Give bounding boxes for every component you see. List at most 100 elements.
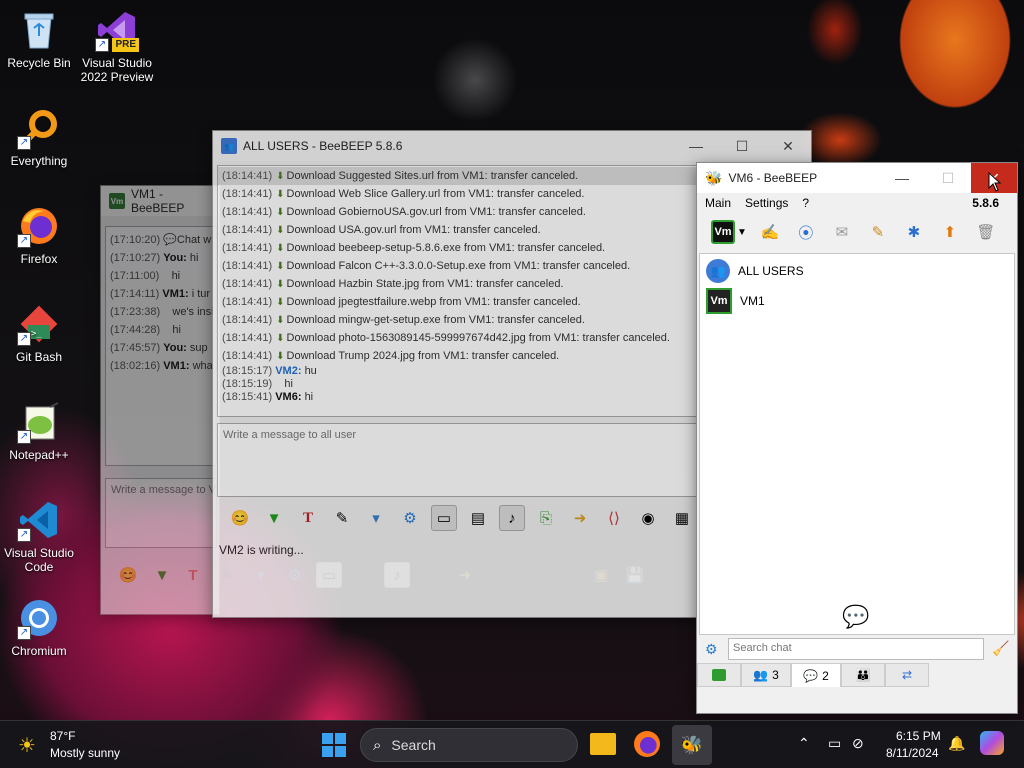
taskbar-search-box[interactable]: ⌕ Search	[360, 728, 578, 762]
transfer-log-line: (18:14:41) ⬇ Download Falcon C++-3.3.0.0-S…	[218, 257, 696, 275]
text-format-icon[interactable]: T	[295, 505, 321, 531]
transfer-text: Download Trump 2024.jpg from VM1: transf…	[286, 350, 560, 362]
vm-status-avatar-icon[interactable]: Vm	[711, 220, 735, 244]
file-send-icon[interactable]: ⎘	[533, 505, 559, 531]
shortcut-arrow-icon: ↗	[17, 626, 31, 640]
download-icon: ⬇	[276, 207, 285, 218]
mailbox-icon[interactable]: ✉	[829, 219, 855, 245]
print-icon[interactable]: ▭	[431, 505, 457, 531]
menu-main[interactable]: Main	[705, 196, 731, 210]
broadcast-icon[interactable]: ⦿	[793, 219, 819, 245]
tab-users[interactable]: 👥 3	[741, 663, 791, 687]
color-picker-icon[interactable]: ✎	[329, 505, 355, 531]
chevron-up-icon[interactable]: ⌃	[798, 735, 810, 752]
desktop-icon-notepad-plus-plus[interactable]: ↗ Notepad++	[0, 400, 78, 462]
desktop-icon-recycle-bin[interactable]: Recycle Bin	[0, 8, 78, 70]
desktop-icon-everything[interactable]: ↗ Everything	[0, 106, 78, 168]
chevron-down-icon[interactable]: ▼	[261, 505, 287, 531]
status-dropdown-icon[interactable]: ▼	[737, 227, 747, 238]
transfer-log-line: (18:14:41) ⬇ Download Suggested Sites.url …	[218, 167, 696, 185]
clock-time[interactable]: 6:15 PM	[896, 729, 941, 743]
network-icon[interactable]: ⊘	[852, 735, 864, 752]
tab-chat[interactable]	[697, 663, 741, 687]
weather-icon[interactable]: ☀	[18, 733, 36, 758]
text-format-icon[interactable]: T	[180, 562, 206, 588]
desktop-icon-vscode[interactable]: ↗ Visual Studio Code	[0, 498, 78, 574]
vm6-titlebar[interactable]: 🐝 VM6 - BeeBEEP — ☐ ✕	[697, 163, 1017, 193]
emoji-icon[interactable]: 😊	[227, 505, 253, 531]
chat-line: (17:45:57) You: sup	[106, 339, 216, 357]
desktop-icon-firefox[interactable]: ↗ Firefox	[0, 204, 78, 266]
all-users-message-input[interactable]: Write a message to all user	[217, 423, 697, 497]
beebeep-taskbar-icon[interactable]: 🐝	[672, 725, 712, 765]
folder-send-icon[interactable]: ➜	[567, 505, 593, 531]
shortcut-arrow-icon: ↗	[17, 332, 31, 346]
chat-line: (17:10:20) 💬Chat w	[106, 231, 216, 249]
user-list-item[interactable]: 👥 ALL USERS	[700, 256, 1014, 286]
desktop-icon-git-bash[interactable]: >_ ↗ Git Bash	[0, 302, 78, 364]
desktop-icon-visual-studio-preview[interactable]: PRE ↗ Visual Studio 2022 Preview	[78, 8, 156, 84]
file-explorer-icon[interactable]	[590, 733, 616, 755]
vm1-chat-window[interactable]: Vm VM1 - BeeBEEP (17:10:20) 💬Chat w (17:…	[100, 185, 220, 615]
display-icon[interactable]: ▭	[828, 735, 841, 752]
search-chat-input[interactable]: Search chat	[728, 638, 984, 660]
message-text: we's insi	[172, 306, 214, 318]
message-text: hi	[172, 324, 181, 336]
tab-groups[interactable]: 👪	[841, 663, 885, 687]
copilot-icon[interactable]	[980, 731, 1004, 755]
message-text: hi	[284, 378, 293, 390]
music-note-icon[interactable]: ♪	[499, 505, 525, 531]
close-button[interactable]: ✕	[765, 131, 811, 161]
weather-temp[interactable]: 87°F	[50, 729, 75, 743]
menu-settings[interactable]: Settings	[745, 196, 788, 210]
notification-bell-icon[interactable]: 🔔	[948, 735, 965, 752]
transfer-text: Download jpegtestfailure.webp from VM1: …	[286, 296, 581, 308]
all-users-titlebar[interactable]: 👥 ALL USERS - BeeBEEP 5.8.6 — ☐ ✕	[213, 131, 811, 161]
timestamp: (17:44:28)	[110, 324, 161, 336]
emoji-icon[interactable]: 😊	[115, 562, 141, 588]
screenshot-icon[interactable]: ▦	[669, 505, 695, 531]
minimize-button[interactable]: —	[673, 131, 719, 161]
vm1-titlebar[interactable]: Vm VM1 - BeeBEEP	[101, 186, 219, 216]
chevron-down-icon[interactable]: ▼	[149, 562, 175, 588]
profile-edit-icon[interactable]: ✍	[757, 219, 783, 245]
tab-chats[interactable]: 💬 2	[791, 663, 841, 687]
shortcut-arrow-icon: ↗	[17, 430, 31, 444]
vscode-icon: ↗	[17, 498, 61, 542]
write-message-icon[interactable]: ✎	[865, 219, 891, 245]
tab-share[interactable]: ⇄	[885, 663, 929, 687]
menu-help[interactable]: ?	[802, 196, 809, 210]
trash-icon[interactable]: 🗑	[973, 219, 999, 245]
gear-icon[interactable]: ⚙	[397, 505, 423, 531]
code-icon[interactable]: ⟨⟩	[601, 505, 627, 531]
vm6-main-window[interactable]: 🐝 VM6 - BeeBEEP — ☐ ✕ Main Settings ? 5.…	[696, 162, 1018, 714]
desktop-icon-chromium[interactable]: ↗ Chromium	[0, 596, 78, 658]
desktop-icon-label: Chromium	[11, 644, 67, 658]
gear-icon[interactable]: ⚙	[705, 641, 718, 658]
window-title: VM6 - BeeBEEP	[728, 171, 818, 185]
user-list: 👥 ALL USERS Vm VM1 💬	[699, 253, 1015, 635]
message-text: hi	[171, 270, 181, 282]
network-search-icon[interactable]: ✱	[901, 219, 927, 245]
chat-message-line: (18:15:19) hi	[218, 378, 696, 391]
minimize-button[interactable]: —	[879, 163, 925, 193]
text-box-icon[interactable]: ▤	[465, 505, 491, 531]
transfer-log-line: (18:14:41) ⬇ Download jpegtestfailure.webp…	[218, 293, 696, 311]
record-icon[interactable]: ◉	[635, 505, 661, 531]
broom-clear-icon[interactable]: 🧹	[992, 640, 1009, 657]
firefox-icon[interactable]	[634, 731, 660, 757]
vm1-message-input[interactable]: Write a message to VM	[105, 478, 217, 548]
magnifier-icon: ↗	[17, 106, 61, 150]
maximize-button[interactable]: ☐	[719, 131, 765, 161]
update-icon[interactable]: ⬆	[937, 219, 963, 245]
clock-date[interactable]: 8/11/2024	[886, 746, 939, 760]
desktop-icon-label: Visual Studio 2022 Preview	[80, 56, 154, 84]
tab-count: 2	[822, 668, 829, 683]
svg-text:>_: >_	[31, 329, 42, 339]
maximize-button[interactable]: ☐	[925, 163, 971, 193]
user-list-item[interactable]: Vm VM1	[700, 286, 1014, 316]
start-button[interactable]	[322, 733, 346, 757]
weather-desc[interactable]: Mostly sunny	[50, 746, 120, 760]
chat-bubbles-icon: 💬	[803, 668, 819, 683]
brush-icon[interactable]: ▾	[363, 505, 389, 531]
